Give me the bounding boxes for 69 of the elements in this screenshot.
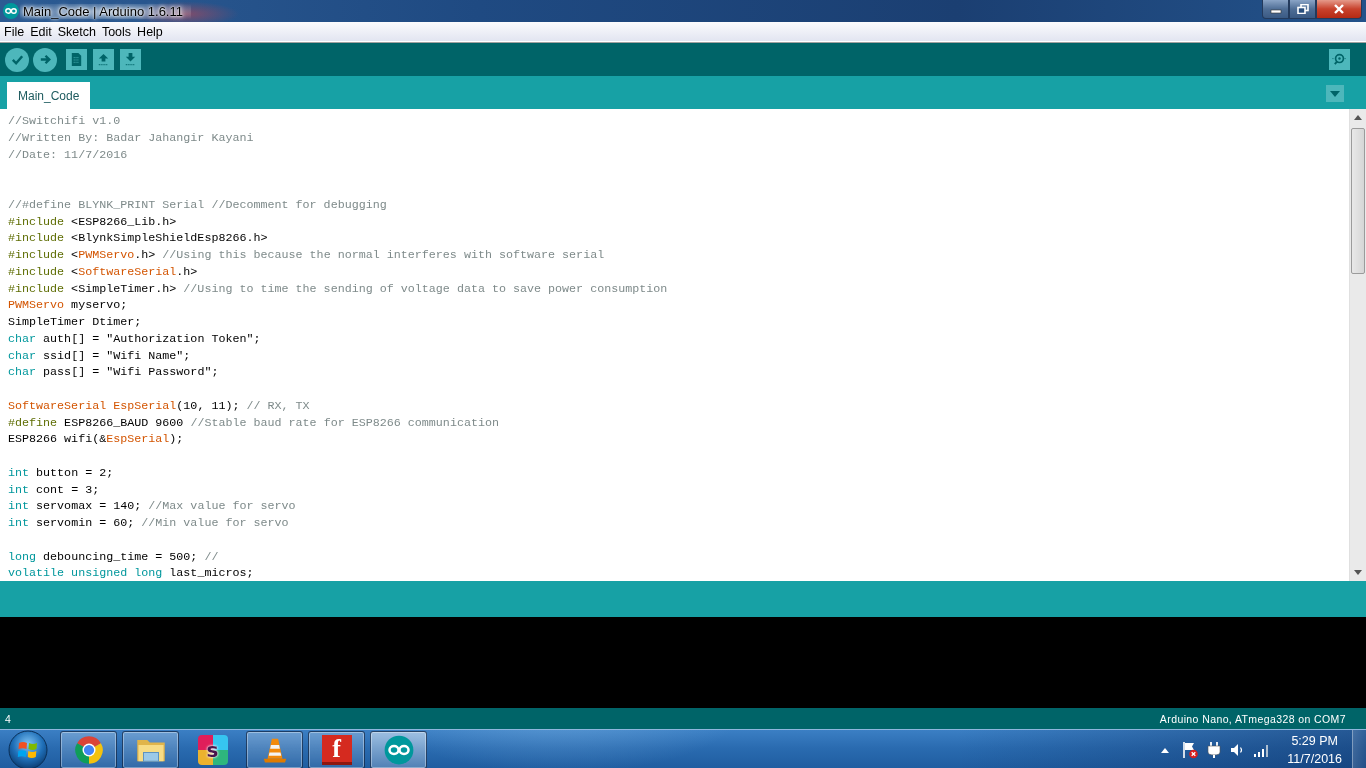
code-line: #include <SoftwareSerial.h>: [8, 264, 198, 279]
caret-down-icon: [1330, 90, 1340, 97]
editor-tab[interactable]: Main_Code: [7, 82, 91, 109]
open-button[interactable]: [93, 49, 114, 70]
code-line: int servomin = 60; //Min value for servo: [8, 516, 289, 530]
show-desktop-button[interactable]: [1352, 730, 1366, 768]
code-line: char auth[] = "Authorization Token";: [8, 331, 261, 346]
code-line: //Switchifi v1.0: [8, 114, 121, 128]
code-line: char ssid[] = "Wifi Name";: [8, 348, 191, 363]
power-plug-icon[interactable]: [1205, 741, 1224, 759]
minimize-button[interactable]: [1262, 0, 1289, 19]
upload-button[interactable]: [33, 47, 57, 72]
close-button[interactable]: [1316, 0, 1362, 19]
save-button[interactable]: [120, 49, 141, 70]
menu-item[interactable]: Help: [134, 23, 166, 40]
close-icon: [1333, 4, 1345, 14]
code-line: SoftwareSerial EspSerial(10, 11); // RX, TX: [8, 398, 310, 413]
up-arrow-icon: [96, 52, 111, 67]
tab-menu-button[interactable]: [1326, 85, 1344, 102]
letter-tile: s: [197, 735, 228, 765]
taskbar-app-button[interactable]: [370, 731, 427, 768]
down-triangle-icon: [1354, 570, 1362, 575]
taskbar-app-button[interactable]: [122, 731, 179, 768]
up-triangle-icon: [1354, 115, 1362, 120]
code-line: volatile unsigned long last_micros;: [8, 566, 254, 581]
line-number: 4: [5, 712, 12, 725]
tricolor-ring-icon: [73, 735, 104, 765]
code-line: #define ESP8266_BAUD 9600 //Stable baud rate for ESP8266 communication: [8, 415, 499, 430]
scrollbar-thumb[interactable]: [1351, 128, 1365, 274]
start-orb-icon: [8, 730, 48, 768]
code-line: ESP8266 wifi(&EspSerial);: [8, 432, 184, 447]
taskbar-app-button[interactable]: f: [308, 731, 365, 768]
taskbar-app-button[interactable]: [60, 731, 117, 768]
infinity-logo-icon: [3, 3, 19, 19]
code-line: //Date: 11/7/2016: [8, 147, 128, 162]
clock[interactable]: 5:29 PM 11/7/2016: [1283, 732, 1346, 768]
code-line: #include <PWMServo.h> //Using this because the normal interferes with software serial: [8, 248, 605, 262]
start-button[interactable]: [6, 730, 50, 768]
code-line: long debouncing_time = 500; //: [8, 549, 219, 564]
code-line: char pass[] = "Wifi Password";: [8, 365, 219, 380]
letter-tile: f: [321, 735, 352, 765]
verify-button[interactable]: [5, 47, 29, 72]
down-arrow-icon: [123, 52, 138, 67]
code-line: //Written By: Badar Jahangir Kayani: [8, 130, 254, 145]
infinity-logo-icon: [383, 735, 414, 765]
serial-monitor-button[interactable]: [1329, 49, 1350, 70]
flag-error-icon[interactable]: [1181, 741, 1200, 759]
magnifier-icon: [1332, 52, 1347, 67]
menu-item[interactable]: Tools: [98, 23, 135, 40]
menu-item[interactable]: File: [1, 23, 28, 40]
restore-button[interactable]: [1289, 0, 1316, 19]
code-line: //#define BLYNK_PRINT Serial //Decomment for debugging: [8, 197, 387, 212]
taskbar-app-button[interactable]: [246, 731, 303, 768]
new-button[interactable]: [66, 49, 87, 70]
menu-item[interactable]: Edit: [27, 23, 55, 40]
up-triangle-icon: [1161, 747, 1170, 753]
menu-item[interactable]: Sketch: [54, 23, 99, 40]
code-line: PWMServo myservo;: [8, 298, 128, 313]
code-line: #include <SimpleTimer.h> //Using to time the sending of voltage data to save power consumption: [8, 281, 668, 296]
board-info: Arduino Nano, ATmega328 on COM7: [1159, 712, 1346, 725]
code-line: #include <ESP8266_Lib.h>: [8, 214, 177, 229]
code-line: #include <BlynkSimpleShieldEsp8266.h>: [8, 231, 268, 246]
taskbar-app-button[interactable]: s: [184, 731, 241, 768]
document-icon: [69, 52, 84, 67]
code-line: int cont = 3;: [8, 482, 100, 497]
code-line: int servomax = 140; //Max value for servo: [8, 499, 296, 514]
restore-icon: [1296, 4, 1309, 14]
code-line: SimpleTimer Dtimer;: [8, 315, 142, 329]
code-line: int button = 2;: [8, 465, 114, 480]
